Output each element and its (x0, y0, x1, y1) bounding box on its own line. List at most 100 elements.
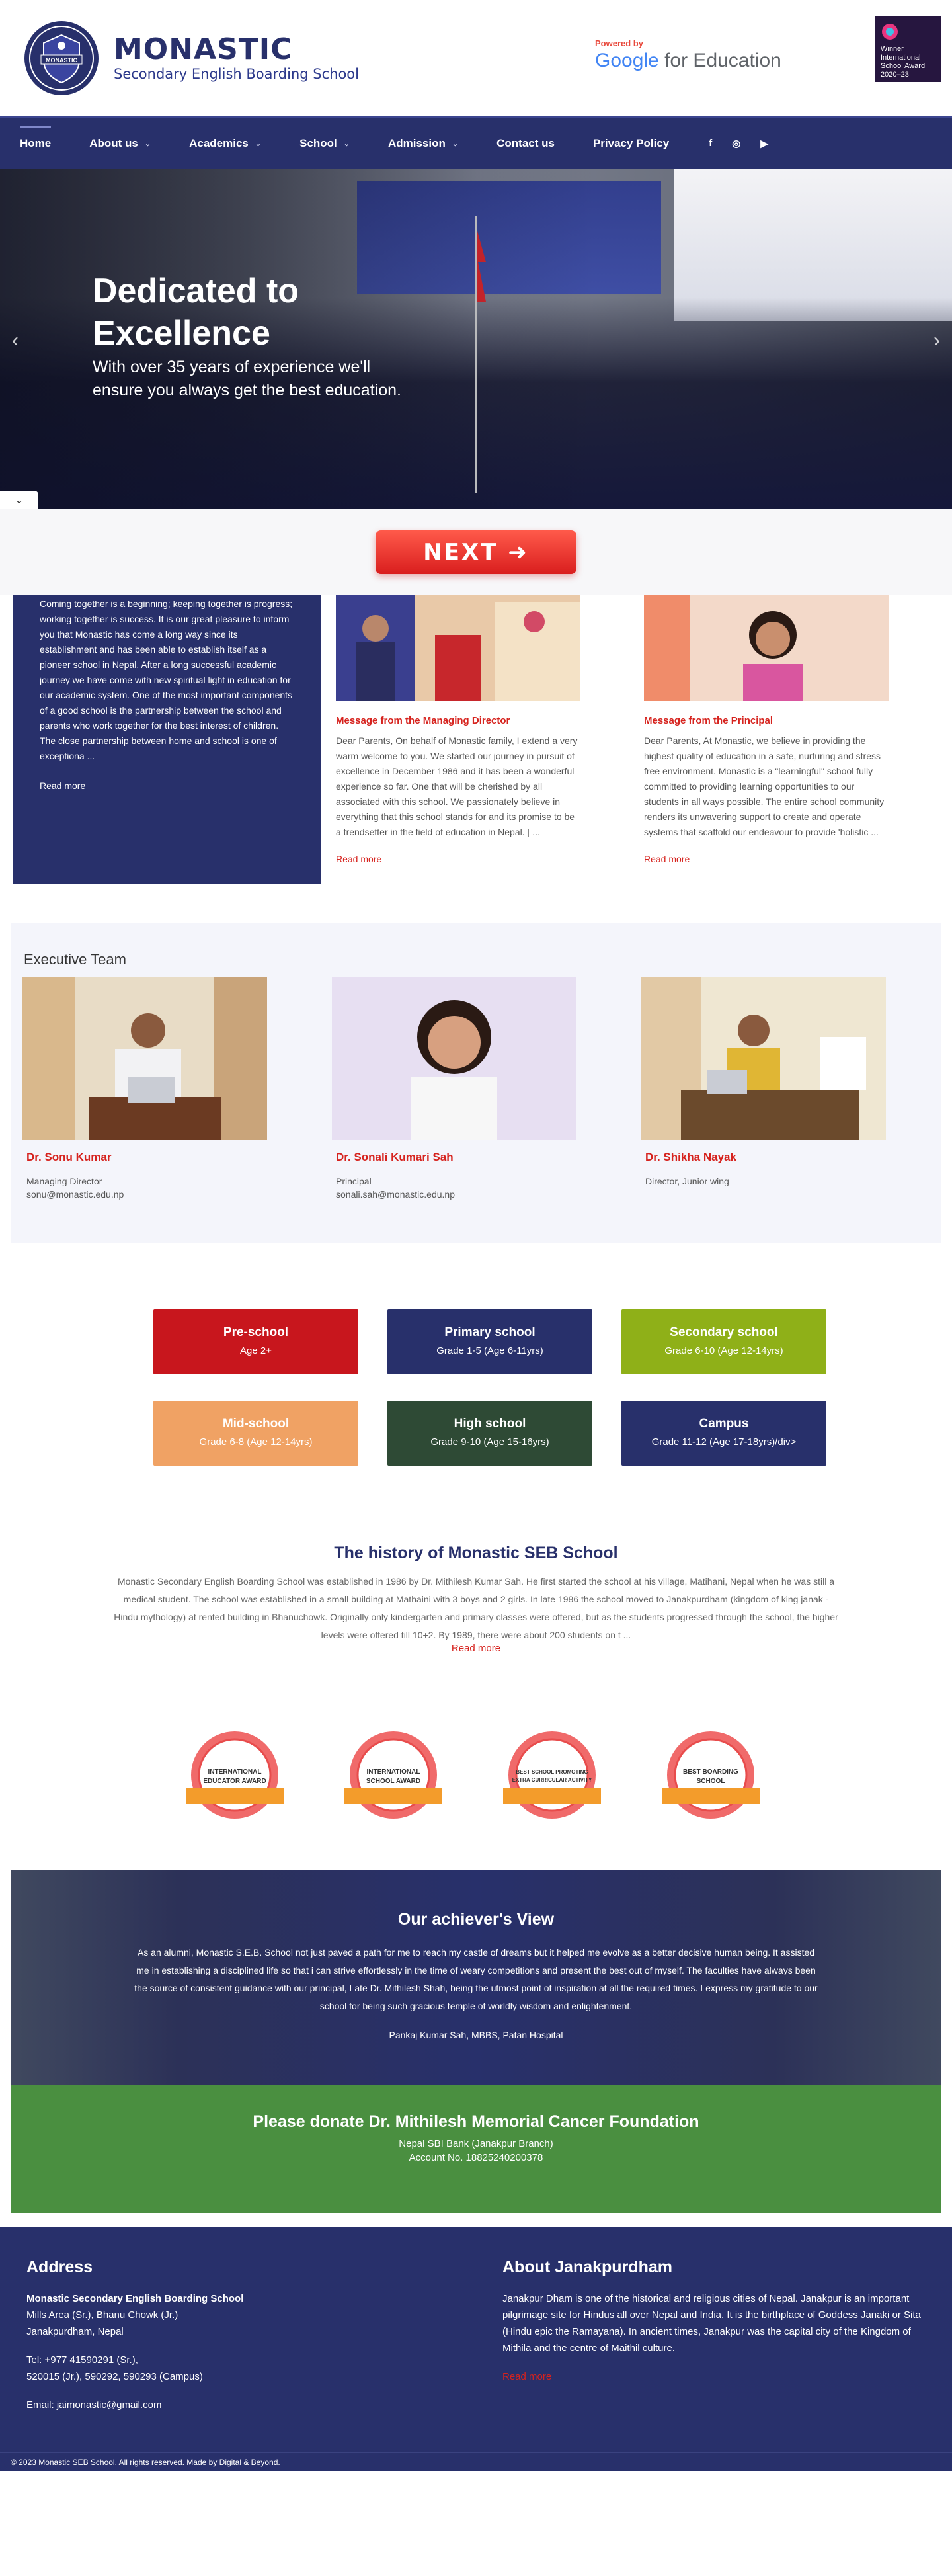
executive-role: Principal (336, 1176, 372, 1186)
level-subtitle: Grade 6-8 (Age 12-14yrs) (199, 1436, 313, 1448)
history-body: Monastic Secondary English Boarding Scho… (114, 1576, 838, 1640)
footer-email[interactable]: Email: jaimonastic@gmail.com (26, 2397, 357, 2413)
svg-text:INTERNATIONAL: INTERNATIONAL (208, 1768, 262, 1776)
executive-name[interactable]: Dr. Sonali Kumari Sah (332, 1151, 576, 1164)
chevron-down-icon: ⌄ (343, 140, 350, 148)
executive-photo (332, 977, 576, 1140)
level-subtitle: Age 2+ (240, 1345, 272, 1356)
svg-text:SCHOOL: SCHOOL (697, 1778, 725, 1785)
nav-privacy-policy[interactable]: Privacy Policy (593, 137, 669, 150)
chevron-right-icon[interactable]: › (933, 329, 940, 352)
executive-name[interactable]: Dr. Shikha Nayak (641, 1151, 886, 1164)
donate-title: Please donate Dr. Mithilesh Memorial Can… (253, 2112, 699, 2131)
nav-school[interactable]: School ⌄ (299, 137, 350, 150)
executive-card: Dr. Shikha Nayak Director, Junior wing (641, 977, 886, 1186)
award-badge: BEST BOARDING SCHOOL (658, 1729, 764, 1828)
main-nav: Home About us ⌄ Academics ⌄ School ⌄ Admiss… (0, 116, 952, 169)
principal-read-more-link[interactable]: Read more (644, 852, 890, 867)
principal-message-title[interactable]: Message from the Principal (644, 713, 890, 728)
managing-director-photo (336, 595, 580, 701)
achievers-view-title: Our achiever's View (397, 1910, 555, 1929)
hero-title: Dedicated to Excellence (93, 272, 299, 353)
facebook-icon[interactable]: f (709, 138, 712, 149)
chevron-down-icon: ⌄ (144, 140, 151, 148)
executive-team-section: Executive Team Dr. Sonu Kumar Managing D… (11, 923, 941, 1243)
youtube-icon[interactable]: ▶ (760, 138, 768, 149)
managing-director-message-body: Dear Parents, On behalf of Monastic fami… (336, 735, 578, 837)
principal-message-body: Dear Parents, At Monastic, we believe in… (644, 735, 885, 837)
scroll-down-icon[interactable]: ⌄ (0, 491, 38, 509)
footer-phone[interactable]: Tel: +977 41590291 (Sr.), (26, 2352, 357, 2368)
level-campus-button[interactable]: Campus Grade 11-12 (Age 17-18yrs)/div> (621, 1401, 826, 1466)
footer-spacer (26, 2340, 357, 2352)
brand-subtitle: Secondary English Boarding School (114, 66, 359, 82)
footer-about: About Janakpurdham Janakpur Dham is one … (502, 2259, 926, 2385)
executive-role: Managing Director (26, 1176, 102, 1186)
school-logo[interactable]: MONASTIC (22, 19, 100, 97)
nav-about-us[interactable]: About us ⌄ (89, 137, 151, 150)
welcome-read-more-link[interactable]: Read more (40, 778, 295, 794)
level-high-school-button[interactable]: High school Grade 9-10 (Age 15-16yrs) (387, 1401, 592, 1466)
level-title: Pre-school (223, 1325, 289, 1339)
google-for-education-badge: Powered by Google for Education (595, 38, 781, 72)
chevron-down-icon: ⌄ (255, 140, 262, 148)
award-line-1: Winner (881, 45, 904, 53)
brand-name[interactable]: MONASTIC (114, 34, 359, 65)
footer-about-body: Janakpur Dham is one of the historical a… (502, 2293, 921, 2354)
footer-address-line: Mills Area (Sr.), Bhanu Chowk (Jr.) (26, 2309, 178, 2321)
svg-text:BEST SCHOOL PROMOTING: BEST SCHOOL PROMOTING (516, 1769, 588, 1775)
managing-director-message-title[interactable]: Message from the Managing Director (336, 713, 582, 728)
footer-about-read-more-link[interactable]: Read more (502, 2368, 926, 2385)
executive-email[interactable]: sonu@monastic.edu.np (22, 1189, 267, 1200)
hero-slider: Dedicated to Excellence With over 35 yea… (0, 169, 952, 509)
level-mid-school-button[interactable]: Mid-school Grade 6-8 (Age 12-14yrs) (153, 1401, 358, 1466)
nav-contact-us[interactable]: Contact us (496, 137, 555, 150)
executive-name[interactable]: Dr. Sonu Kumar (22, 1151, 267, 1164)
nav-academics-label: Academics (189, 137, 249, 149)
footer-spacer (26, 2385, 357, 2397)
achievers-view-section: Our achiever's View As an alumni, Monast… (11, 1870, 941, 2085)
level-pre-school-button[interactable]: Pre-school Age 2+ (153, 1309, 358, 1374)
messages-section: Coming together is a beginning; keeping … (0, 595, 952, 884)
level-primary-school-button[interactable]: Primary school Grade 1-5 (Age 6-11yrs) (387, 1309, 592, 1374)
history-read-more-link[interactable]: Read more (0, 1643, 952, 1654)
gfe-google: Google (595, 50, 659, 71)
svg-text:EXTRA CURRICULAR ACTIVITY: EXTRA CURRICULAR ACTIVITY (512, 1777, 592, 1783)
gfe-suffix: for Education (658, 50, 781, 71)
nav-home[interactable]: Home (20, 126, 52, 150)
donate-section: Please donate Dr. Mithilesh Memorial Can… (11, 2085, 941, 2213)
history-title: The history of Monastic SEB School (334, 1544, 618, 1562)
svg-text:SCHOOL AWARD: SCHOOL AWARD (366, 1778, 420, 1785)
nav-admission[interactable]: Admission ⌄ (388, 137, 458, 150)
level-subtitle: Grade 6-10 (Age 12-14yrs) (664, 1345, 783, 1356)
donate-bank: Nepal SBI Bank (Janakpur Branch) (399, 2138, 553, 2149)
executive-photo (641, 977, 886, 1140)
principal-photo (644, 595, 889, 701)
level-subtitle: Grade 1-5 (Age 6-11yrs) (436, 1345, 543, 1356)
footer-phone[interactable]: 520015 (Jr.), 590292, 590293 (Campus) (26, 2368, 357, 2385)
site-header: MONASTIC MONASTIC Secondary English Boar… (0, 0, 952, 116)
svg-text:BEST BOARDING: BEST BOARDING (683, 1768, 738, 1776)
award-badge: INTERNATIONAL EDUCATOR AWARD (182, 1729, 288, 1828)
next-section: NEXT ➜ (0, 509, 952, 595)
svg-text:INTERNATIONAL: INTERNATIONAL (367, 1768, 420, 1776)
next-button[interactable]: NEXT ➜ (376, 530, 576, 574)
level-title: Campus (699, 1417, 749, 1431)
level-title: High school (454, 1417, 526, 1431)
welcome-message-card: Coming together is a beginning; keeping … (13, 595, 321, 884)
chevron-left-icon[interactable]: ‹ (12, 329, 19, 352)
managing-director-read-more-link[interactable]: Read more (336, 852, 582, 867)
executive-email[interactable]: sonali.sah@monastic.edu.np (332, 1189, 576, 1200)
nav-admission-label: Admission (388, 137, 446, 149)
instagram-icon[interactable]: ◎ (732, 138, 740, 149)
nav-contact-label: Contact us (496, 137, 555, 149)
level-subtitle: Grade 11-12 (Age 17-18yrs)/div> (651, 1436, 797, 1448)
level-subtitle: Grade 9-10 (Age 15-16yrs) (430, 1436, 549, 1448)
nav-academics[interactable]: Academics ⌄ (189, 137, 261, 150)
level-secondary-school-button[interactable]: Secondary school Grade 6-10 (Age 12-14yr… (621, 1309, 826, 1374)
gfe-logo: Google for Education (595, 50, 781, 72)
nav-about-label: About us (89, 137, 138, 149)
level-title: Secondary school (670, 1325, 778, 1339)
managing-director-message: Message from the Managing Director Dear … (336, 595, 582, 867)
executive-card: Dr. Sonali Kumari Sah Principal sonali.s… (332, 977, 576, 1200)
